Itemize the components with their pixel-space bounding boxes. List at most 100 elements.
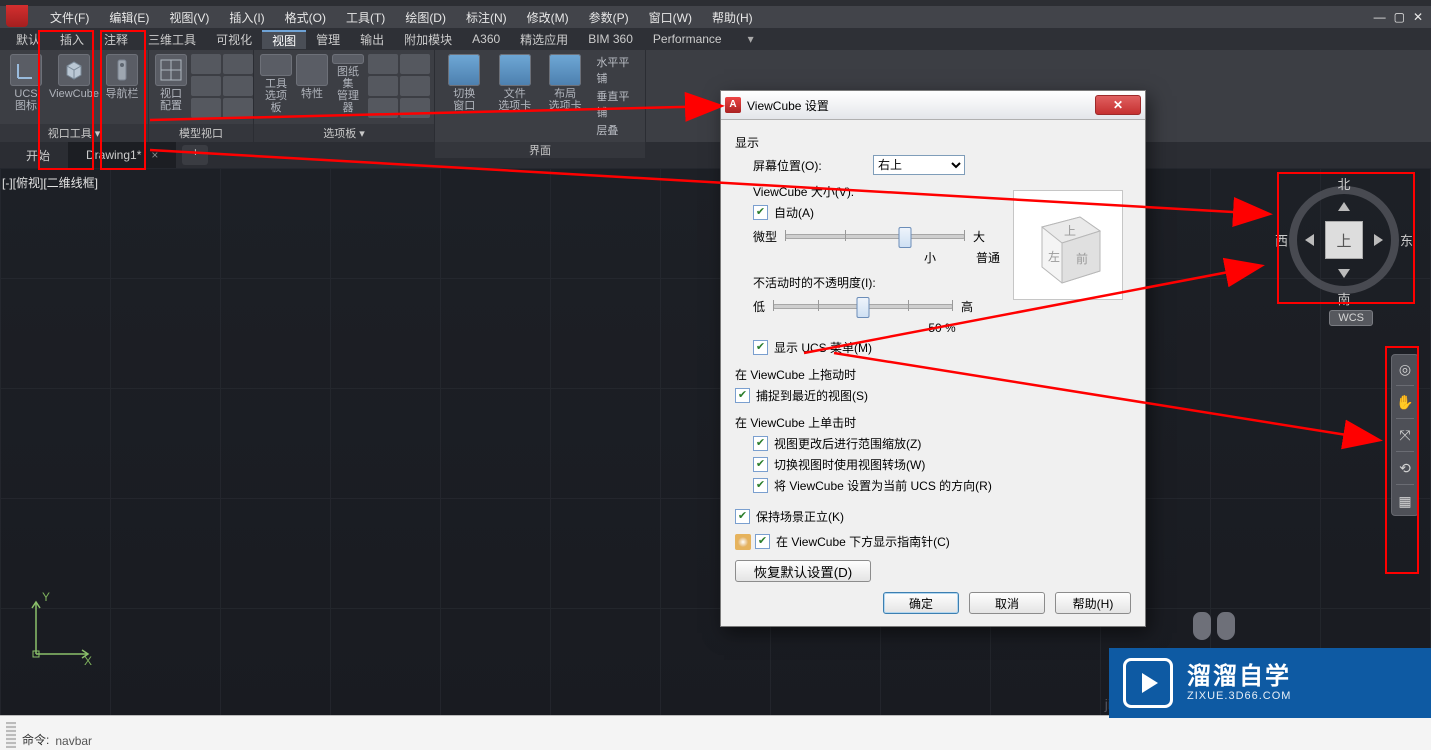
ribbon-tab-insert[interactable]: 插入 (50, 31, 94, 48)
document-tabs[interactable]: 开始 Drawing1*× + (0, 142, 1431, 168)
orbit-icon[interactable]: ⟲ (1395, 458, 1415, 478)
snap-label: 捕捉到最近的视图(S) (756, 387, 868, 404)
ribbon-tab-bar[interactable]: 默认 插入 注释 三维工具 可视化 视图 管理 输出 附加模块 A360 精选应… (0, 28, 1431, 50)
ribbon-tab-manage[interactable]: 管理 (306, 31, 350, 48)
viewport-config-button[interactable]: 视口配置 (155, 54, 187, 114)
show-ucs-menu-checkbox[interactable] (753, 340, 768, 355)
ucs-icon-button[interactable]: UCS图标 (6, 54, 46, 114)
size-big-label: 大 (973, 228, 985, 245)
menu-bar[interactable]: 文件(F) 编辑(E) 视图(V) 插入(I) 格式(O) 工具(T) 绘图(D… (0, 6, 1431, 28)
show-compass-checkbox[interactable] (755, 534, 770, 549)
menu-modify[interactable]: 修改(M) (517, 9, 579, 26)
size-label: ViewCube 大小(V): (753, 183, 854, 200)
command-label: 命令: (22, 731, 49, 748)
viewcube-top-face[interactable]: 上 (1325, 221, 1363, 259)
help-button[interactable]: 帮助(H) (1055, 592, 1131, 614)
sheetset-button[interactable]: 图纸集管理器 (332, 54, 364, 114)
ribbon-tab-addons[interactable]: 附加模块 (394, 31, 462, 48)
pan-icon[interactable]: ✋ (1395, 392, 1415, 412)
tile-vertical[interactable]: 垂直平铺 (596, 88, 639, 120)
menu-view[interactable]: 视图(V) (159, 9, 219, 26)
viewcube-arrow-down-icon[interactable] (1338, 269, 1350, 278)
panel-label-palettes[interactable]: 选项板 ▾ (254, 124, 434, 142)
steering-wheel-icon[interactable]: ◎ (1395, 359, 1415, 379)
ucs-axis-icon: Y X (24, 596, 94, 666)
tab-drawing1[interactable]: Drawing1*× (68, 142, 176, 168)
menu-help[interactable]: 帮助(H) (702, 9, 763, 26)
ribbon-tab-bim360[interactable]: BIM 360 (578, 32, 643, 46)
autocad-icon (725, 97, 741, 113)
menu-insert[interactable]: 插入(I) (219, 9, 274, 26)
menu-window[interactable]: 窗口(W) (639, 9, 702, 26)
tile-horizontal[interactable]: 水平平铺 (596, 54, 639, 86)
viewcube-widget[interactable]: 上 北 南 西 东 (1279, 176, 1409, 304)
zoom-extents-icon[interactable]: ⤧ (1395, 425, 1415, 445)
palette-presets-icon[interactable] (368, 54, 430, 118)
cmd-grip-icon[interactable] (6, 722, 16, 748)
win-restore-icon[interactable]: ▢ (1390, 10, 1409, 24)
ribbon-tab-viz[interactable]: 可视化 (206, 31, 262, 48)
cancel-button[interactable]: 取消 (969, 592, 1045, 614)
ribbon-tab-a360[interactable]: A360 (462, 32, 510, 46)
menu-tools[interactable]: 工具(T) (336, 9, 395, 26)
menu-annotate[interactable]: 标注(N) (456, 9, 517, 26)
showmotion-icon[interactable]: ▦ (1395, 491, 1415, 511)
viewcube-button[interactable]: ViewCube (50, 54, 98, 114)
ribbon-tab-output[interactable]: 输出 (350, 31, 394, 48)
tile-cascade[interactable]: 层叠 (596, 122, 639, 138)
set-ucs-checkbox[interactable] (753, 478, 768, 493)
ribbon-more-icon[interactable]: ▾ (738, 32, 764, 46)
layout-tabs-button[interactable]: 布局选项卡 (542, 54, 588, 114)
ribbon-tab-3dtools[interactable]: 三维工具 (138, 31, 206, 48)
window-controls: — ▢ ✕ (1370, 10, 1427, 24)
ribbon-tab-annotate[interactable]: 注释 (94, 31, 138, 48)
ribbon-tab-perf[interactable]: Performance (643, 32, 732, 46)
file-tabs-button[interactable]: 文件选项卡 (491, 54, 537, 114)
properties-button[interactable]: 特性 (296, 54, 328, 114)
menu-format[interactable]: 格式(O) (275, 9, 336, 26)
ribbon-tab-default[interactable]: 默认 (6, 31, 50, 48)
size-slider[interactable] (785, 225, 965, 247)
viewcube-arrow-right-icon[interactable] (1374, 234, 1383, 246)
viewcube-arrow-left-icon[interactable] (1305, 234, 1314, 246)
menu-edit[interactable]: 编辑(E) (99, 9, 159, 26)
opacity-high-label: 高 (961, 298, 973, 315)
ribbon-tab-view[interactable]: 视图 (262, 30, 306, 49)
close-icon[interactable]: × (151, 148, 158, 162)
tab-start[interactable]: 开始 (8, 142, 68, 168)
keep-upright-checkbox[interactable] (735, 509, 750, 524)
win-close-icon[interactable]: ✕ (1409, 10, 1427, 24)
restore-defaults-button[interactable]: 恢复默认设置(D) (735, 560, 871, 582)
navigation-bar[interactable]: ◎ ✋ ⤧ ⟲ ▦ (1391, 354, 1419, 516)
auto-size-checkbox[interactable] (753, 205, 768, 220)
viewcube-compass-e: 东 (1400, 231, 1413, 250)
snap-checkbox[interactable] (735, 388, 750, 403)
panel-label-viewport-tools[interactable]: 视口工具 ▾ (0, 124, 148, 142)
zoom-extents-checkbox[interactable] (753, 436, 768, 451)
win-min-icon[interactable]: — (1370, 10, 1390, 24)
tool-palettes-button[interactable]: 工具选项板 (260, 54, 292, 114)
add-tab-button[interactable]: + (182, 145, 208, 165)
ribbon: UCS图标 ViewCube 导航栏 视口工具 ▾ 视口配置 模型视口 工具选项… (0, 50, 1431, 142)
opacity-slider[interactable] (773, 295, 953, 317)
switch-window-button[interactable]: 切换窗口 (441, 54, 487, 114)
transitions-checkbox[interactable] (753, 457, 768, 472)
wcs-badge[interactable]: WCS (1329, 310, 1373, 326)
viewport-presets-icon[interactable] (191, 54, 253, 118)
app-logo[interactable] (6, 5, 28, 27)
menu-file[interactable]: 文件(F) (40, 9, 99, 26)
command-line[interactable]: 命令: navbar (0, 715, 1431, 750)
viewcube-arrow-up-icon[interactable] (1338, 202, 1350, 211)
viewport-label[interactable]: [-][俯视][二维线框] (2, 174, 98, 191)
ok-button[interactable]: 确定 (883, 592, 959, 614)
dialog-close-button[interactable]: ✕ (1095, 95, 1141, 115)
menu-draw[interactable]: 绘图(D) (395, 9, 456, 26)
screenpos-select[interactable]: 右上 (873, 155, 965, 175)
navbar-button[interactable]: 导航栏 (102, 54, 142, 114)
viewcube-settings-dialog: ViewCube 设置 ✕ 显示 屏幕位置(O): 右上 ViewCube 大小… (720, 90, 1146, 627)
dialog-titlebar[interactable]: ViewCube 设置 ✕ (721, 91, 1145, 120)
show-ucs-menu-label: 显示 UCS 菜单(M) (774, 339, 872, 356)
command-text[interactable]: navbar (55, 734, 92, 748)
ribbon-tab-featured[interactable]: 精选应用 (510, 31, 578, 48)
menu-params[interactable]: 参数(P) (579, 9, 639, 26)
